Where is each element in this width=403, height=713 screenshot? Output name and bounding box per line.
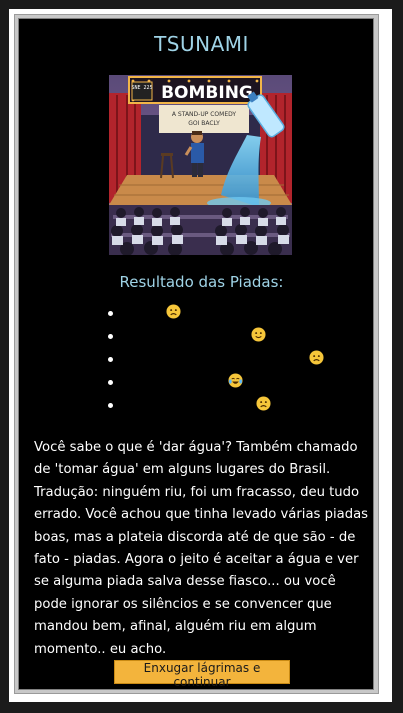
- bombing-stage-illustration: SNE 225 BOMBING A STAND-UP COMEDY GOI BA…: [109, 75, 292, 255]
- joke-result-label: IDOSOS NA CADEIA: [121, 397, 253, 413]
- sign-subtitle-line1: A STAND-UP COMEDY: [172, 111, 236, 118]
- joke-result-label: RELACIONAMENTO: [121, 328, 249, 344]
- joke-results-list: PEIDO RELACIONAMENTO PRESIDENTE NO BANHE…: [105, 302, 324, 417]
- sad-face-icon: [255, 396, 271, 411]
- bombing-stage-image: SNE 225 BOMBING A STAND-UP COMEDY GOI BA…: [109, 75, 292, 255]
- joke-result-label: MELECA VELHA: [121, 374, 225, 390]
- joke-result-label: PRESIDENTE NO BANHEIRO: [121, 351, 306, 367]
- laugh-cry-face-icon: [228, 373, 243, 388]
- event-description: Você sabe o que é 'dar água'? Também cha…: [34, 440, 369, 657]
- continue-button[interactable]: Enxugar lágrimas e continuar: [114, 660, 290, 689]
- joke-result-item: RELACIONAMENTO: [105, 325, 324, 348]
- joke-result-item: PEIDO: [105, 302, 324, 325]
- joke-result-item: MELECA VELHA: [105, 371, 324, 394]
- joke-result-item: PRESIDENTE NO BANHEIRO: [105, 348, 324, 371]
- results-title: Resultado das Piadas:: [119, 273, 284, 291]
- joke-result-label: PEIDO: [121, 305, 163, 321]
- joke-result-item: IDOSOS NA CADEIA: [105, 394, 324, 417]
- sign-badge: SNE 225: [131, 85, 152, 91]
- sign-title: BOMBING: [161, 83, 253, 103]
- sad-face-icon: [309, 350, 324, 365]
- smile-face-icon: [251, 327, 266, 342]
- sad-face-icon: [166, 304, 181, 319]
- event-title: TSUNAMI: [154, 32, 249, 56]
- sign-subtitle-line2: GOI BACLY: [188, 120, 220, 127]
